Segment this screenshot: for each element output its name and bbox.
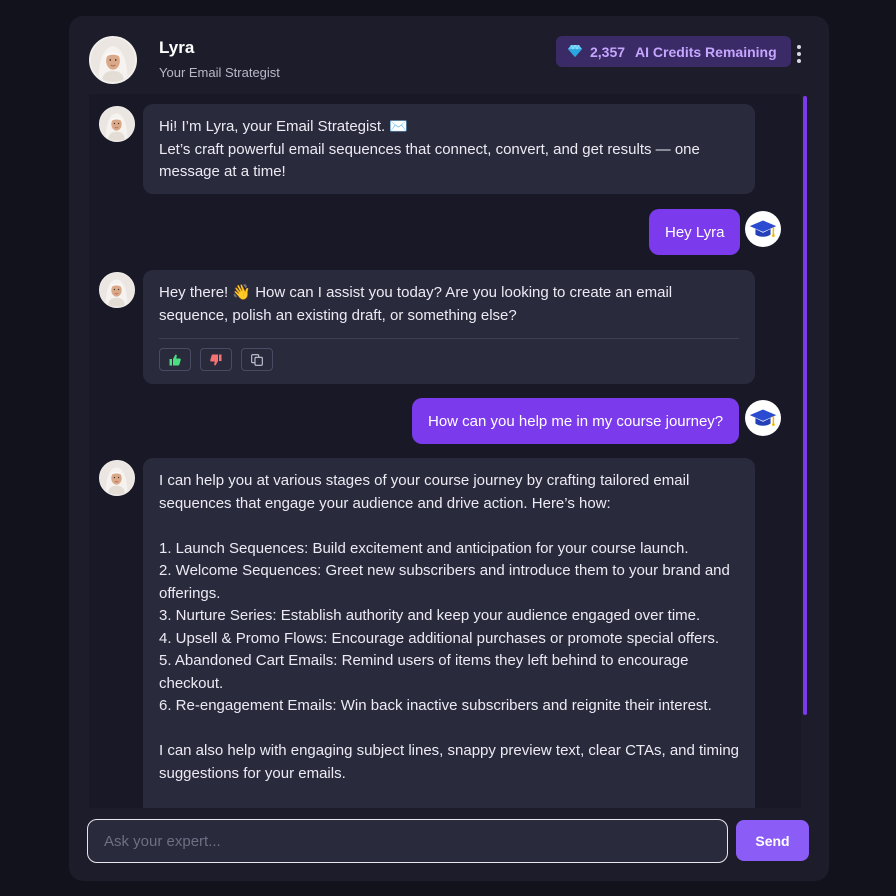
graduation-cap-icon (745, 400, 781, 436)
user-message: Hey Lyra (649, 209, 741, 255)
feedback-row (159, 348, 739, 371)
bot-message: I can help you at various stages of your… (143, 458, 755, 808)
message-line: 2. Welcome Sequences: Greet new subscrib… (159, 562, 730, 579)
scrollbar[interactable] (803, 96, 807, 715)
message-line: 6. Re-engagement Emails: Win back inacti… (159, 697, 712, 714)
message-line-blank (159, 718, 739, 741)
lyra-avatar (89, 36, 137, 84)
bot-avatar (99, 460, 135, 496)
message-line: Hi! I’m Lyra, your Email Strategist. ✉️ (159, 118, 409, 135)
credits-label: AI Credits Remaining (635, 43, 777, 60)
message-text: How can you help me in my course journey… (428, 412, 724, 430)
message-line: checkout. (159, 674, 224, 692)
message-line: 1. Launch Sequences: Build excitement an… (159, 539, 689, 557)
chat-header: Lyra Your Email Strategist 2,357 AI Cred… (69, 16, 829, 94)
credits-value: 2,357 (590, 43, 626, 60)
copy-icon[interactable] (241, 348, 273, 371)
message-line: I can help you at various stages of your… (159, 472, 690, 489)
more-vertical-icon[interactable] (791, 44, 807, 66)
send-button[interactable]: Send (736, 820, 809, 861)
bot-message: Hi! I’m Lyra, your Email Strategist. ✉️ … (143, 104, 755, 194)
message-line: I can also help with engaging subject li… (159, 742, 740, 759)
bot-message: Hey there! 👋 How can I assist you today?… (143, 270, 755, 384)
graduation-cap-icon (745, 211, 781, 247)
gem-icon (568, 43, 582, 60)
assistant-role: Your Email Strategist (159, 65, 280, 80)
message-line: Let’s craft powerful email sequences tha… (159, 140, 700, 158)
user-message: How can you help me in my course journey… (412, 398, 740, 444)
message-input[interactable] (87, 819, 728, 863)
chat-panel: Lyra Your Email Strategist 2,357 AI Cred… (69, 16, 829, 881)
message-line: offerings. (159, 584, 221, 602)
message-line: Hey there! 👋 How can I assist you today?… (159, 284, 673, 301)
message-line: sequence, polish an existing draft, or s… (159, 306, 517, 324)
assistant-name: Lyra (159, 38, 195, 57)
thumbs-down-icon[interactable] (200, 348, 232, 371)
bot-avatar (99, 106, 135, 142)
message-text: Hey Lyra (665, 223, 725, 241)
message-line: 4. Upsell & Promo Flows: Encourage addit… (159, 629, 720, 647)
message-line: sequences that engage your audience and … (159, 494, 611, 512)
message-line: 3. Nurture Series: Establish authority a… (159, 607, 701, 624)
message-line: 5. Abandoned Cart Emails: Remind users o… (159, 652, 689, 669)
message-line-blank (159, 515, 739, 538)
message-line: message at a time! (159, 163, 286, 180)
bot-avatar (99, 272, 135, 308)
thumbs-up-icon[interactable] (159, 348, 191, 371)
message-line: suggestions for your emails. (159, 764, 346, 782)
credits-badge: 2,357 AI Credits Remaining (556, 36, 791, 67)
message-list[interactable]: Hi! I’m Lyra, your Email Strategist. ✉️ … (89, 94, 801, 808)
divider (159, 338, 739, 339)
